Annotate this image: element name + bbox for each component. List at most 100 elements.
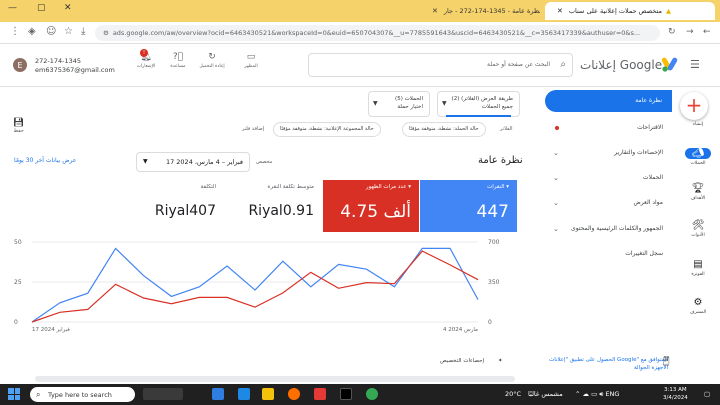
insights-label: إحصاءات التخصيص: [440, 358, 484, 364]
filter-chip-adgroup-status[interactable]: حالة المجموعة الإعلانية: نشطة، متوقفة مؤ…: [273, 122, 381, 137]
tray-icons[interactable]: ⌃ ☁ ▭ 🔊︎ ENG: [575, 390, 619, 399]
minimize-icon[interactable]: —: [8, 3, 17, 13]
nav-label: الجمهور والكلمات الرئيسية والمحتوى: [571, 225, 663, 232]
forward-icon[interactable]: →: [686, 27, 694, 37]
date-range-picker[interactable]: ▼ 17 فبراير – 4 مارس، 2024: [136, 152, 250, 172]
tiktok-icon[interactable]: [340, 388, 352, 400]
help-label: مساعدة: [170, 64, 186, 69]
mobile-app-promo[interactable]: 📱︎ الحصول على تطبيق "إعلانات Google" الم…: [548, 356, 672, 372]
notification-center-icon[interactable]: ▢: [704, 390, 710, 398]
campaigns-icon: 📣︎: [685, 148, 711, 159]
scorecard-title: النقرات ▾: [487, 184, 509, 190]
promo-text: الحصول على تطبيق "إعلانات Google" المتوا…: [549, 357, 668, 371]
view-filter-line1: طريقة العرض (الفلاتر) (2): [451, 96, 513, 102]
scorecard-title: متوسط تكلفة النقرة: [267, 184, 314, 190]
taskbar-search-input[interactable]: ⌕ Type here to search: [30, 387, 135, 402]
nav-insights-reports[interactable]: ⌄ الإحصاءات والتقارير: [548, 149, 673, 157]
bookmark-icon[interactable]: ☆: [64, 26, 73, 37]
nav-overview[interactable]: نظرة عامة: [545, 90, 672, 112]
view-filter-dropdown[interactable]: طريقة العرض (الفلاتر) (2) جميع الحملات ▼: [437, 91, 520, 117]
scorecard-value: Riyal407: [154, 203, 216, 219]
scorecard-clicks[interactable]: النقرات ▾ 447: [420, 180, 517, 232]
scorecard-avg-cpc[interactable]: متوسط تكلفة النقرة Riyal0.91: [226, 180, 322, 232]
right-tick-label: 0: [488, 319, 492, 326]
refresh-button[interactable]: ↻ إعادة التحميل: [197, 52, 227, 69]
menu-icon[interactable]: ☰: [690, 58, 700, 71]
nav-label: سجل التغييرات: [625, 250, 663, 257]
filter-chip-campaign-status[interactable]: حالة الحملة: نشطة، متوقفة مؤقتًا: [402, 122, 486, 137]
left-tick-label: 50: [14, 239, 22, 246]
rail-goals[interactable]: 🏆︎ الأهداف: [676, 183, 720, 201]
windows-start-icon[interactable]: [8, 388, 20, 400]
billing-icon: ▤: [693, 259, 703, 270]
nav-audiences[interactable]: ⌄ الجمهور والكلمات الرئيسية والمحتوى: [548, 225, 673, 233]
dropdown-arrow-icon: ▾: [506, 184, 509, 190]
scorecard-cost[interactable]: التكلفة Riyal407: [128, 180, 224, 232]
task-view-icon[interactable]: [212, 388, 224, 400]
create-button[interactable]: +: [680, 92, 708, 120]
appearance-button[interactable]: ▭ المظهر: [236, 52, 266, 69]
show-last-30-days-link[interactable]: عرض بيانات آخر 30 يومًا: [14, 157, 76, 164]
more-options-icon[interactable]: ⋮: [10, 26, 20, 37]
search-input[interactable]: ⌕ البحث عن صفحة أو حملة: [308, 53, 573, 77]
back-icon[interactable]: ←: [703, 27, 711, 37]
avatar[interactable]: E: [13, 58, 27, 72]
weather-text: مشمس غالبًا: [528, 390, 563, 398]
chrome-icon[interactable]: [366, 388, 378, 400]
right-tick-label: 350: [488, 279, 500, 286]
notification-badge: !: [140, 49, 148, 57]
rail-tools[interactable]: 🛠︎ الأدوات: [676, 220, 720, 238]
nav-change-history[interactable]: سجل التغييرات: [548, 250, 673, 257]
google-ads-logo-icon[interactable]: [661, 56, 679, 76]
notifications-button[interactable]: 🔔︎ ! الإشعارات: [131, 49, 161, 69]
refresh-label: إعادة التحميل: [199, 64, 225, 69]
profile-icon[interactable]: ☺: [46, 26, 56, 37]
phone-icon: 📱︎: [660, 357, 672, 367]
reload-icon[interactable]: ↻: [668, 27, 676, 37]
horizontal-scrollbar[interactable]: [35, 376, 515, 382]
app-icon[interactable]: [314, 388, 326, 400]
save-button[interactable]: 💾︎ حفظ: [13, 118, 24, 134]
scorecard-impressions[interactable]: عدد مرات الظهور ▾ 4.75 ألف: [323, 180, 419, 232]
chevron-down-icon: ⌄: [553, 174, 559, 182]
tab-label: نظرة عامة - 1345-174-272 - جار: [443, 7, 540, 15]
tab-close-icon[interactable]: ✕: [557, 7, 563, 15]
help-button[interactable]: ?⃝ مساعدة: [163, 52, 193, 69]
browser-tab-1[interactable]: ✕ متخصص حملات إعلانية على سناب ▲: [545, 2, 715, 20]
left-tick-label: 25: [14, 279, 22, 286]
edge-icon[interactable]: [238, 388, 250, 400]
taskbar-search-text: Type here to search: [48, 391, 112, 399]
account-info[interactable]: 272-174-1345 em6375367@gmail.com: [35, 57, 115, 75]
weather-temp[interactable]: 20°C: [505, 390, 521, 398]
filters-label: الفلاتر: [500, 126, 513, 132]
news-widget-icon[interactable]: [143, 388, 183, 400]
tab-close-icon[interactable]: ✕: [432, 7, 438, 15]
download-icon[interactable]: ⤓: [81, 26, 85, 37]
site-info-icon[interactable]: ⚙: [103, 29, 109, 37]
taskbar-clock[interactable]: 3:13 AM 3/4/2024: [663, 386, 688, 402]
performance-line-chart: 50 25 0 700 350 0 17 فبراير 2024 4 مارس 2024: [14, 239, 500, 333]
rail-campaigns-label: الحملات: [690, 161, 706, 166]
series-line-impressions: [31, 250, 479, 323]
nav-recommendations[interactable]: الاقتراحات: [548, 124, 673, 131]
rail-admin[interactable]: ⚙ المشرف: [676, 297, 720, 315]
maximize-icon[interactable]: ▢: [37, 3, 46, 13]
rail-campaigns[interactable]: 📣︎ الحملات: [676, 148, 720, 166]
url-field[interactable]: ⚙ ads.google.com/aw/overview?ocid=6463430…: [95, 25, 660, 41]
x-end-label: 4 مارس 2024: [443, 327, 478, 333]
rail-goals-label: الأهداف: [690, 196, 706, 201]
insights-icon[interactable]: ✦: [498, 358, 503, 364]
campaign-picker[interactable]: الحملات (5) اختيار حملة ▼: [368, 91, 430, 117]
nav-assets[interactable]: ⌄ مواد العرض: [548, 199, 673, 207]
account-id: 272-174-1345: [35, 57, 82, 65]
rail-billing[interactable]: ▤ الفوترة: [676, 259, 720, 277]
firefox-icon[interactable]: [288, 388, 300, 400]
extension-icon[interactable]: ◈: [28, 26, 36, 37]
add-filter-button[interactable]: إضافة فلتر: [242, 126, 264, 132]
date-custom-label: مخصص: [256, 159, 273, 165]
scorecard-title: التكلفة: [200, 184, 216, 190]
file-explorer-icon[interactable]: [262, 388, 274, 400]
close-window-icon[interactable]: ✕: [64, 3, 72, 13]
nav-campaigns[interactable]: ⌄ الحملات: [548, 174, 673, 182]
browser-tab-2[interactable]: ✕ نظرة عامة - 1345-174-272 - جار: [420, 2, 540, 20]
